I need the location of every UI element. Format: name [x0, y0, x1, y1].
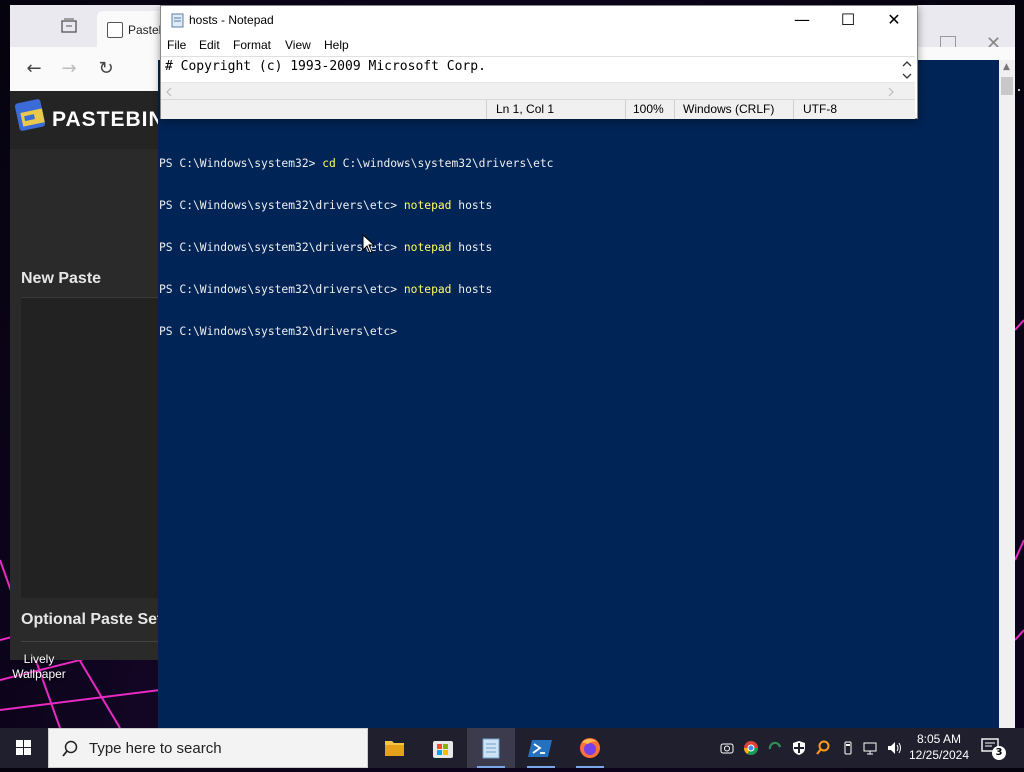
taskbar-clock[interactable]: 8:05 AM 12/25/2024 [905, 731, 973, 763]
sync-tray-icon[interactable] [767, 740, 783, 756]
search-placeholder: Type here to search [89, 740, 222, 757]
mouse-cursor-icon [362, 233, 376, 258]
reload-icon[interactable]: ↻ [95, 58, 117, 80]
notepad-status-bar: Ln 1, Col 1 100% Windows (CRLF) UTF-8 [161, 99, 915, 119]
powershell-icon [528, 740, 552, 757]
menu-help[interactable]: Help [324, 38, 349, 52]
camera-tray-icon[interactable] [719, 740, 735, 756]
pastebin-logo-icon[interactable] [14, 97, 46, 133]
windows-logo-icon [16, 740, 31, 755]
search-tray-icon[interactable] [815, 740, 831, 756]
notepad-icon [482, 738, 500, 759]
scrollbar-thumb[interactable] [1001, 77, 1013, 95]
notepad-title: hosts - Notepad [189, 13, 274, 27]
shield-tray-icon[interactable] [791, 740, 807, 756]
menu-file[interactable]: File [167, 38, 186, 52]
taskbar-notepad[interactable] [467, 728, 515, 768]
console-line: PS C:\Windows\system32> cd C:\windows\sy… [159, 157, 554, 170]
pastebin-favicon-icon [107, 22, 123, 38]
desktop-icon-label-line1: Lively [23, 652, 55, 666]
status-zoom: 100% [633, 102, 664, 116]
scroll-up-arrow-icon[interactable]: ▲ [1003, 62, 1010, 72]
paste-text-area[interactable] [21, 297, 158, 598]
back-arrow-icon[interactable]: ← [23, 58, 45, 80]
taskbar-firefox[interactable] [566, 728, 614, 768]
powershell-scrollbar[interactable] [999, 60, 1015, 728]
notepad-content[interactable]: # Copyright (c) 1993-2009 Microsoft Corp… [165, 59, 486, 74]
notepad-window[interactable]: hosts - Notepad — ☐ ✕ File Edit Format V… [160, 5, 918, 119]
notification-count-badge: 3 [992, 746, 1006, 760]
notepad-text-area[interactable]: # Copyright (c) 1993-2009 Microsoft Corp… [161, 56, 915, 83]
maximize-button[interactable]: ☐ [825, 6, 871, 36]
folder-icon [385, 741, 404, 756]
desktop-icon-label-line2: Wallpaper [12, 667, 66, 681]
clock-date: 12/25/2024 [908, 748, 970, 762]
usb-tray-icon[interactable] [840, 740, 856, 756]
desktop-icon-lively-wallpaper[interactable]: Lively Wallpaper [6, 652, 72, 682]
clock-time: 8:05 AM [916, 732, 962, 746]
console-line: PS C:\Windows\system32\drivers\etc> [159, 325, 404, 338]
new-paste-heading: New Paste [21, 270, 102, 287]
console-line: PS C:\Windows\system32\drivers\etc> note… [159, 199, 493, 212]
notepad-title-bar[interactable]: hosts - Notepad — ☐ ✕ [161, 6, 917, 36]
taskbar: Type here to search 8:05 AM 12/25/2024 3 [0, 728, 1024, 768]
menu-format[interactable]: Format [233, 38, 271, 52]
powershell-window[interactable]: PS C:\Windows\system32> cd C:\windows\sy… [158, 60, 1015, 728]
menu-view[interactable]: View [285, 38, 311, 52]
forward-arrow-icon[interactable]: → [58, 58, 80, 80]
volume-tray-icon[interactable] [886, 740, 902, 756]
minimize-button[interactable]: — [779, 6, 825, 36]
close-button[interactable]: ✕ [871, 6, 917, 36]
status-line-ending: Windows (CRLF) [683, 102, 775, 116]
notepad-menu-bar: File Edit Format View Help [161, 36, 917, 56]
firefox-icon [580, 738, 600, 758]
menu-edit[interactable]: Edit [199, 38, 220, 52]
taskbar-powershell[interactable] [517, 728, 565, 768]
notification-center-button[interactable]: 3 [980, 736, 1006, 760]
optional-settings-heading: Optional Paste Sett [21, 611, 168, 628]
tab-groups-icon[interactable] [60, 17, 78, 35]
store-icon [433, 741, 453, 758]
start-button[interactable] [0, 728, 48, 768]
taskbar-search-box[interactable]: Type here to search [48, 728, 368, 768]
taskbar-file-explorer[interactable] [370, 728, 418, 768]
pastebin-brand[interactable]: PASTEBIN [52, 108, 165, 132]
search-icon [62, 740, 78, 757]
notepad-horizontal-scrollbar[interactable] [161, 82, 915, 100]
powershell-output[interactable]: PS C:\Windows\system32> cd C:\windows\sy… [159, 129, 989, 367]
chrome-tray-icon[interactable] [743, 740, 759, 756]
notepad-vertical-scrollbar[interactable] [899, 57, 915, 83]
notepad-app-icon [171, 13, 184, 28]
taskbar-microsoft-store[interactable] [419, 728, 467, 768]
console-line: PS C:\Windows\system32\drivers\etc> note… [159, 241, 493, 254]
status-cursor-position: Ln 1, Col 1 [496, 102, 555, 116]
network-tray-icon[interactable] [863, 740, 879, 756]
status-encoding: UTF-8 [803, 102, 837, 116]
divider [21, 641, 158, 642]
pastebin-header: PASTEBIN [10, 91, 164, 149]
console-line: PS C:\Windows\system32\drivers\etc> note… [159, 283, 493, 296]
